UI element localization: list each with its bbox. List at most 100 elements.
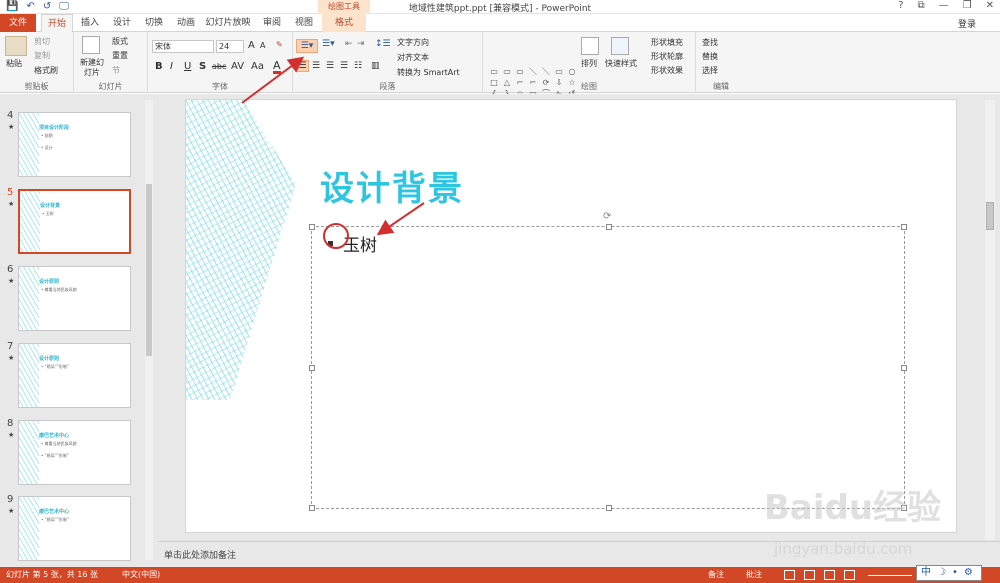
shape-item-icon[interactable]: ＼ xyxy=(527,67,539,77)
shape-item-icon[interactable]: ⌐ xyxy=(527,78,539,88)
resize-handle[interactable] xyxy=(901,365,907,371)
numbering-button[interactable]: ☰▾ xyxy=(322,39,335,49)
align-center-icon[interactable]: ☰ xyxy=(312,61,320,71)
comments-toggle[interactable]: 批注 xyxy=(746,567,762,583)
notes-toggle[interactable]: 备注 xyxy=(708,567,724,583)
slide-thumbnail[interactable]: 设计原则 • 尊重当地民族风貌 xyxy=(18,266,131,331)
select-button[interactable]: 选择 xyxy=(702,65,718,76)
resize-handle[interactable] xyxy=(606,224,612,230)
font-color-button[interactable]: A xyxy=(273,60,281,74)
shape-item-icon[interactable]: ⟳ xyxy=(540,78,552,88)
align-text-button[interactable]: 对齐文本 xyxy=(397,52,429,63)
resize-handle[interactable] xyxy=(901,505,907,511)
shrink-font-button[interactable]: A xyxy=(260,41,265,50)
text-direction-button[interactable]: 文字方向 xyxy=(397,37,429,48)
save-icon[interactable]: 💾 xyxy=(6,1,18,12)
bold-button[interactable]: B xyxy=(155,61,163,72)
shape-item-icon[interactable]: ○ xyxy=(566,67,578,77)
minimize-button[interactable]: — xyxy=(939,0,949,11)
tab-format[interactable]: 格式 xyxy=(322,14,366,32)
slide-canvas[interactable]: 设计背景 ⟳ 玉树 xyxy=(185,99,957,533)
columns-icon[interactable]: ▥ xyxy=(371,61,380,71)
line-spacing-icon[interactable]: ↕☰ xyxy=(375,39,391,49)
resize-handle[interactable] xyxy=(309,224,315,230)
copy-button[interactable]: 复制 xyxy=(34,50,50,61)
language-indicator[interactable]: 中文(中国) xyxy=(122,567,160,583)
tab-review[interactable]: 审阅 xyxy=(258,14,286,32)
quick-styles-button[interactable]: 快速样式 xyxy=(605,58,637,69)
slide-thumbnail[interactable]: 康巴艺术中心 • 尊重当地民族风貌 • “格局”“形制” xyxy=(18,420,131,485)
content-placeholder[interactable]: ⟳ 玉树 xyxy=(309,211,907,511)
clear-formatting-icon[interactable]: ✎ xyxy=(276,40,283,49)
slide-thumbnail[interactable]: 设计原则 • “格局”“形制” xyxy=(18,343,131,408)
font-size-field[interactable]: 24 xyxy=(216,40,244,53)
shape-item-icon[interactable]: ▭ xyxy=(488,67,500,77)
resize-handle[interactable] xyxy=(606,505,612,511)
help-button[interactable]: ? xyxy=(898,0,903,11)
shape-item-icon[interactable]: △ xyxy=(501,78,513,88)
convert-smartart-button[interactable]: 转换为 SmartArt xyxy=(397,67,460,78)
slide-thumbnail[interactable]: 项目设计阶段 • 前期 • 设计 xyxy=(18,112,131,177)
shape-item-icon[interactable]: ＼ xyxy=(540,67,552,77)
thumbnail-scrollbar[interactable] xyxy=(145,100,153,560)
zoom-slider[interactable] xyxy=(868,575,912,576)
bullets-button[interactable]: ☰▾ xyxy=(296,39,318,53)
rotate-handle-icon[interactable]: ⟳ xyxy=(603,211,611,222)
slide-scroll-thumb[interactable] xyxy=(986,202,994,230)
slide-thumbnail[interactable]: 康巴艺术中心 • “格局”“形制” xyxy=(18,496,131,561)
underline-button[interactable]: U xyxy=(184,61,191,72)
shape-item-icon[interactable]: ⌐ xyxy=(514,78,526,88)
ime-toolbar[interactable]: 中 ☽ • ⚙ xyxy=(916,565,982,581)
align-right-icon[interactable]: ☰ xyxy=(326,61,334,71)
slideshow-icon[interactable] xyxy=(844,570,855,580)
char-spacing-button[interactable]: AV xyxy=(231,61,244,72)
layout-button[interactable]: 版式 xyxy=(112,36,128,47)
tab-file[interactable]: 文件 xyxy=(0,14,36,32)
replace-button[interactable]: 替换 xyxy=(702,51,718,62)
slide-thumbnail[interactable]: 设计背景 • 玉树 xyxy=(18,189,131,254)
thumbnail-scroll-thumb[interactable] xyxy=(146,184,152,356)
restore-button[interactable]: ❐ xyxy=(963,0,972,11)
paste-icon[interactable] xyxy=(5,36,27,56)
undo-icon[interactable]: ↶ xyxy=(26,1,34,12)
gear-icon[interactable]: ⚙ xyxy=(964,566,973,580)
shape-item-icon[interactable]: ▭ xyxy=(501,67,513,77)
font-name-field[interactable]: 宋体 xyxy=(152,40,214,53)
align-left-button[interactable]: ☰ xyxy=(296,60,309,72)
change-case-button[interactable]: Aa xyxy=(251,61,264,72)
cut-button[interactable]: 剪切 xyxy=(34,36,50,47)
justify-icon[interactable]: ☰ xyxy=(340,61,348,71)
increase-indent-icon[interactable]: ⇥ xyxy=(357,39,365,49)
italic-button[interactable]: I xyxy=(170,61,173,72)
shape-item-icon[interactable]: ☆ xyxy=(566,78,578,88)
bullet-item[interactable]: 玉树 xyxy=(323,223,377,256)
normal-view-icon[interactable] xyxy=(784,570,795,580)
tab-slideshow[interactable]: 幻灯片放映 xyxy=(205,14,251,32)
reset-button[interactable]: 重置 xyxy=(112,50,128,61)
slide-scrollbar[interactable] xyxy=(985,100,995,540)
ribbon-display-button[interactable]: ⧉ xyxy=(918,0,925,11)
tab-design[interactable]: 设计 xyxy=(108,14,136,32)
login-link[interactable]: 登录 xyxy=(958,17,976,30)
tab-insert[interactable]: 插入 xyxy=(76,14,104,32)
close-button[interactable]: ✕ xyxy=(986,0,994,11)
find-button[interactable]: 查找 xyxy=(702,37,718,48)
tab-home[interactable]: 开始 xyxy=(41,14,73,32)
dot-icon[interactable]: • xyxy=(952,566,958,580)
ime-mode[interactable]: 中 xyxy=(921,566,931,580)
slide-title[interactable]: 设计背景 xyxy=(320,161,464,210)
presentation-icon[interactable]: 🖵 xyxy=(59,1,69,12)
format-painter-button[interactable]: 格式刷 xyxy=(34,65,58,76)
resize-handle[interactable] xyxy=(901,224,907,230)
shape-fill-button[interactable]: 形状填充 xyxy=(651,37,683,48)
arrange-icon[interactable] xyxy=(581,37,599,55)
resize-handle[interactable] xyxy=(309,365,315,371)
arrange-button[interactable]: 排列 xyxy=(581,58,597,69)
shadow-button[interactable]: S xyxy=(199,61,206,72)
quick-styles-icon[interactable] xyxy=(611,37,629,55)
new-slide-icon[interactable] xyxy=(82,36,100,54)
notes-pane[interactable]: 单击此处添加备注 xyxy=(158,541,1000,567)
decrease-indent-icon[interactable]: ⇤ xyxy=(345,39,353,49)
paste-button[interactable]: 粘贴 xyxy=(6,58,22,69)
shape-effects-button[interactable]: 形状效果 xyxy=(651,65,683,76)
